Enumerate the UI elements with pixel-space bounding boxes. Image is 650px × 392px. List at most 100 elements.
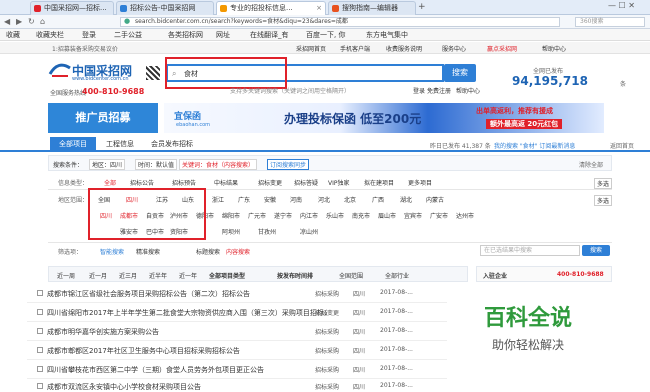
city-option[interactable]: 广安市 (430, 211, 448, 220)
result-row[interactable]: 成都市郫都区2017年社区卫生服务中心项目招标采购招标公告 招标采购 四川 2017-… (27, 341, 447, 360)
tab-all-projects[interactable]: 全部项目 (50, 137, 96, 151)
region-option[interactable]: 河北 (318, 195, 330, 204)
industry-dropdown[interactable]: 全部行业 (385, 271, 409, 280)
topbar-link[interactable]: 帮助中心 (542, 44, 566, 53)
topbar-link[interactable]: 收费服务说明 (386, 44, 422, 53)
result-title[interactable]: 成都市双流区永安镇中心小学校食材采购项目公告 (47, 382, 327, 392)
row-checkbox[interactable] (37, 383, 43, 389)
type-option[interactable]: 全部 (104, 178, 116, 187)
promo-banner-left[interactable]: 推广员招募 (48, 103, 158, 133)
result-title[interactable]: 成都市郫都区2017年社区卫生服务中心项目招标采购招标公告 (47, 346, 327, 356)
subscribe-search-link[interactable]: 我的搜索 "食材" 订阅最新消息 (494, 141, 575, 150)
bookmark-item[interactable]: 百度一下, 你 (306, 30, 345, 40)
help-link[interactable]: 帮助中心 (456, 86, 480, 95)
scope-dropdown[interactable]: 全国范围 (339, 271, 363, 280)
new-tab-icon[interactable]: + (418, 2, 426, 12)
row-checkbox[interactable] (37, 328, 43, 334)
time-option[interactable]: 近半年 (149, 271, 167, 280)
city-option[interactable]: 甘孜州 (258, 227, 276, 236)
row-checkbox[interactable] (37, 290, 43, 296)
result-title[interactable]: 成都市锦江区省级社会服务项目采购招标公告（第二次）招标公告 (47, 289, 327, 299)
criteria-chip[interactable]: 地区：四川 (89, 159, 126, 170)
time-option[interactable]: 近一月 (89, 271, 107, 280)
result-row[interactable]: 成都市明华嘉华创实施方案采购公告 招标采购 四川 2017-08-... (27, 322, 447, 341)
return-home-link[interactable]: 返回首页 (610, 141, 634, 150)
refine-search-input[interactable]: 在已选结果中搜索 (480, 245, 580, 256)
bookmark-item[interactable]: 二手公益 (114, 30, 142, 40)
region-option[interactable]: 北京 (344, 195, 356, 204)
tab-member-posts[interactable]: 会员发布招标 (144, 137, 200, 151)
city-option[interactable]: 达州市 (456, 211, 474, 220)
city-option[interactable]: 遂宁市 (274, 211, 292, 220)
result-row[interactable]: 成都市双流区永安镇中心小学校食材采购项目公告 招标采购 四川 2017-08-... (27, 377, 447, 392)
login-link[interactable]: 登录 (413, 86, 425, 95)
row-checkbox[interactable] (37, 309, 43, 315)
bookmark-item[interactable]: 登录 (82, 30, 96, 40)
multi-select-button[interactable]: 多选 (594, 178, 613, 189)
region-option[interactable]: 内蒙古 (426, 195, 444, 204)
result-row[interactable]: 四川省绵阳市2017年上半年学生第二批食堂大宗物资供应商入围（第三次）采购项目招… (27, 303, 447, 322)
search-mode-option[interactable]: 精准搜索 (136, 247, 160, 256)
type-option[interactable]: 招标变更 (258, 178, 282, 187)
result-row[interactable]: 成都市锦江区省级社会服务项目采购招标公告（第二次）招标公告 招标采购 四川 2017-… (27, 284, 447, 303)
bookmark-item[interactable]: 各类招标网 (168, 30, 203, 40)
city-option[interactable]: 宜宾市 (404, 211, 422, 220)
browser-tab[interactable]: 招标公告-中国采招网 (116, 1, 214, 15)
row-checkbox[interactable] (37, 347, 43, 353)
type-option[interactable]: VIP独家 (328, 178, 350, 187)
result-title[interactable]: 四川省攀枝花市西区第二中学（三期）食堂人员劳务外包项目更正公告 (47, 365, 327, 375)
city-option[interactable]: 广元市 (248, 211, 266, 220)
region-option[interactable]: 湖北 (400, 195, 412, 204)
city-option[interactable]: 凉山州 (300, 227, 318, 236)
back-icon[interactable]: ◀ (4, 17, 10, 26)
criteria-chip[interactable]: 关键词：食材（内容搜索） (179, 159, 258, 170)
topbar-link[interactable]: 手机客户端 (340, 44, 370, 53)
city-option[interactable]: 眉山市 (378, 211, 396, 220)
project-type-dropdown[interactable]: 全部项目类型 (209, 271, 245, 280)
topbar-link[interactable]: 服务中心 (442, 44, 466, 53)
result-title[interactable]: 四川省绵阳市2017年上半年学生第二批食堂大宗物资供应商入围（第三次）采购项目招… (47, 308, 327, 318)
type-option[interactable]: 招标公告 (130, 178, 154, 187)
criteria-chip[interactable]: 时间：默认值 (135, 159, 178, 170)
region-option[interactable]: 浙江 (212, 195, 224, 204)
promo-banner[interactable]: 宜保函 ebaohan.com 办理投标保函 低至200元 出单高返利，推荐有援… (164, 103, 604, 133)
time-option[interactable]: 近三月 (119, 271, 137, 280)
city-option[interactable]: 阿坝州 (222, 227, 240, 236)
type-option[interactable]: 招标预告 (172, 178, 196, 187)
type-option[interactable]: 拟在建项目 (364, 178, 394, 187)
sync-subscribe-button[interactable]: 订阅搜索同步 (267, 159, 310, 170)
bookmark-item[interactable]: 网址 (216, 30, 230, 40)
refresh-icon[interactable]: ↻ (28, 17, 35, 26)
site-logo[interactable]: 中国采招网 www.bidcenter.com.cn (48, 60, 132, 88)
close-icon[interactable]: × (316, 2, 322, 15)
forward-icon[interactable]: ▶ (16, 17, 22, 26)
bookmark-item[interactable]: 在线翻译_有 (250, 30, 289, 40)
row-checkbox[interactable] (37, 366, 43, 372)
search-mode-option[interactable]: 内容搜索 (226, 247, 250, 256)
type-option[interactable]: 中标结果 (214, 178, 238, 187)
type-option[interactable]: 更多项目 (408, 178, 432, 187)
multi-select-button[interactable]: 多选 (594, 195, 613, 206)
browser-tab[interactable]: 搜狗指南—编辑器 (328, 1, 416, 15)
refine-search-button[interactable]: 搜索 (582, 245, 610, 256)
search-mode-option[interactable]: 智能搜索 (100, 247, 124, 256)
search-button[interactable]: 搜索 (444, 64, 476, 82)
browser-search-input[interactable]: 360搜索 (575, 17, 645, 27)
region-option[interactable]: 广西 (372, 195, 384, 204)
url-input[interactable]: search.bidcenter.com.cn/search?keywords=… (120, 17, 560, 27)
window-controls[interactable]: — ☐ ✕ (608, 1, 635, 10)
topbar-link[interactable]: 采招网首页 (296, 44, 326, 53)
city-option[interactable]: 乐山市 (326, 211, 344, 220)
bookmark-item[interactable]: 收藏 (6, 30, 20, 40)
tab-engineering[interactable]: 工程信息 (100, 137, 140, 151)
city-option[interactable]: 内江市 (300, 211, 318, 220)
region-option[interactable]: 广东 (238, 195, 250, 204)
home-icon[interactable]: ⌂ (40, 17, 45, 26)
browser-tab-active[interactable]: 专业的招投标信息... × (216, 1, 326, 15)
region-option[interactable]: 河南 (290, 195, 302, 204)
bookmark-item[interactable]: 收藏夹栏 (36, 30, 64, 40)
browser-tab[interactable]: 中国采招网—招标... (30, 1, 114, 15)
type-option[interactable]: 招标答疑 (294, 178, 318, 187)
register-link[interactable]: 免费注册 (427, 86, 451, 95)
time-option[interactable]: 近一年 (179, 271, 197, 280)
